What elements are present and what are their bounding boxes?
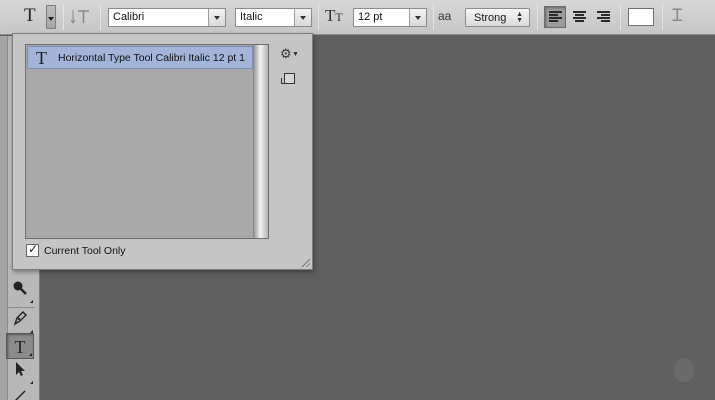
zoom-tool-button[interactable] bbox=[6, 279, 34, 305]
align-right-button[interactable] bbox=[592, 6, 614, 28]
chevron-down-icon[interactable] bbox=[294, 9, 311, 26]
preset-menu-button[interactable]: ⚙ ▼ bbox=[280, 46, 299, 62]
font-size-select[interactable]: 12 pt bbox=[353, 8, 427, 27]
anti-alias-icon: aa bbox=[438, 9, 452, 23]
align-right-icon bbox=[597, 11, 610, 24]
tool-flyout-indicator bbox=[30, 300, 33, 303]
align-center-button[interactable] bbox=[568, 6, 590, 28]
resize-grip-icon[interactable] bbox=[300, 257, 310, 267]
font-size-glyph: T bbox=[325, 6, 336, 25]
pen-icon bbox=[13, 311, 27, 326]
type-icon: T bbox=[14, 337, 26, 357]
text-color-swatch[interactable] bbox=[628, 8, 654, 26]
options-bar: T Calibri Italic TT 12 pt aa Strong ▲ ▼ Ꮖ bbox=[0, 0, 715, 35]
font-family-value: Calibri bbox=[113, 11, 145, 23]
anti-alias-select[interactable]: Strong ▲ ▼ bbox=[465, 8, 530, 27]
gear-icon: ⚙ bbox=[280, 46, 292, 61]
up-down-arrows-icon: ▲ ▼ bbox=[516, 11, 523, 24]
type-tool-icon: T bbox=[36, 48, 47, 68]
line-tool-button[interactable] bbox=[6, 386, 34, 400]
font-size-value: 12 pt bbox=[358, 11, 383, 23]
warp-text-icon[interactable]: Ꮖ bbox=[672, 6, 683, 26]
path-selection-tool-button[interactable] bbox=[6, 360, 34, 386]
separator bbox=[537, 4, 538, 30]
font-family-select[interactable]: Calibri bbox=[108, 8, 226, 27]
separator bbox=[662, 4, 663, 30]
tool-preset-item[interactable]: T Horizontal Type Tool Calibri Italic 12… bbox=[27, 46, 253, 69]
type-tool-button[interactable]: T bbox=[6, 333, 34, 359]
line-icon bbox=[15, 390, 26, 400]
separator bbox=[433, 4, 434, 30]
preset-list-scrollbar[interactable] bbox=[253, 45, 268, 238]
separator bbox=[63, 4, 64, 30]
current-tool-only-checkbox[interactable] bbox=[26, 242, 39, 257]
current-tool-only-label: Current Tool Only bbox=[44, 245, 126, 257]
align-left-icon bbox=[549, 11, 562, 24]
separator bbox=[620, 4, 621, 30]
tool-flyout-indicator bbox=[30, 381, 33, 384]
tool-preset-picker-button[interactable] bbox=[46, 5, 56, 29]
tool-flyout-indicator bbox=[29, 353, 32, 356]
tool-preset-picker-popup: T Horizontal Type Tool Calibri Italic 12… bbox=[12, 33, 313, 270]
pen-tool-button[interactable] bbox=[6, 309, 34, 335]
create-new-preset-button[interactable] bbox=[281, 73, 295, 84]
font-size-icon: TT bbox=[325, 6, 343, 26]
toggle-text-orientation-icon[interactable] bbox=[70, 8, 93, 26]
path-selection-arrow-icon bbox=[16, 362, 25, 376]
zoom-icon bbox=[13, 281, 27, 295]
font-style-select[interactable]: Italic bbox=[235, 8, 312, 27]
separator bbox=[7, 307, 35, 308]
chevron-down-icon[interactable] bbox=[208, 9, 225, 26]
anti-alias-value: Strong bbox=[474, 12, 507, 24]
tool-preset-list: T Horizontal Type Tool Calibri Italic 12… bbox=[25, 44, 269, 239]
separator bbox=[100, 4, 101, 30]
canvas-watermark-shape bbox=[674, 358, 694, 382]
separator bbox=[318, 4, 319, 30]
font-style-value: Italic bbox=[240, 11, 263, 23]
align-left-button[interactable] bbox=[544, 6, 566, 28]
font-size-glyph-small: T bbox=[335, 10, 343, 24]
tool-preset-label: Horizontal Type Tool Calibri Italic 12 p… bbox=[58, 52, 245, 64]
align-center-icon bbox=[573, 11, 586, 24]
chevron-down-icon: ▼ bbox=[292, 51, 299, 58]
type-tool-icon: T bbox=[24, 5, 36, 26]
chevron-down-icon[interactable] bbox=[409, 9, 426, 26]
